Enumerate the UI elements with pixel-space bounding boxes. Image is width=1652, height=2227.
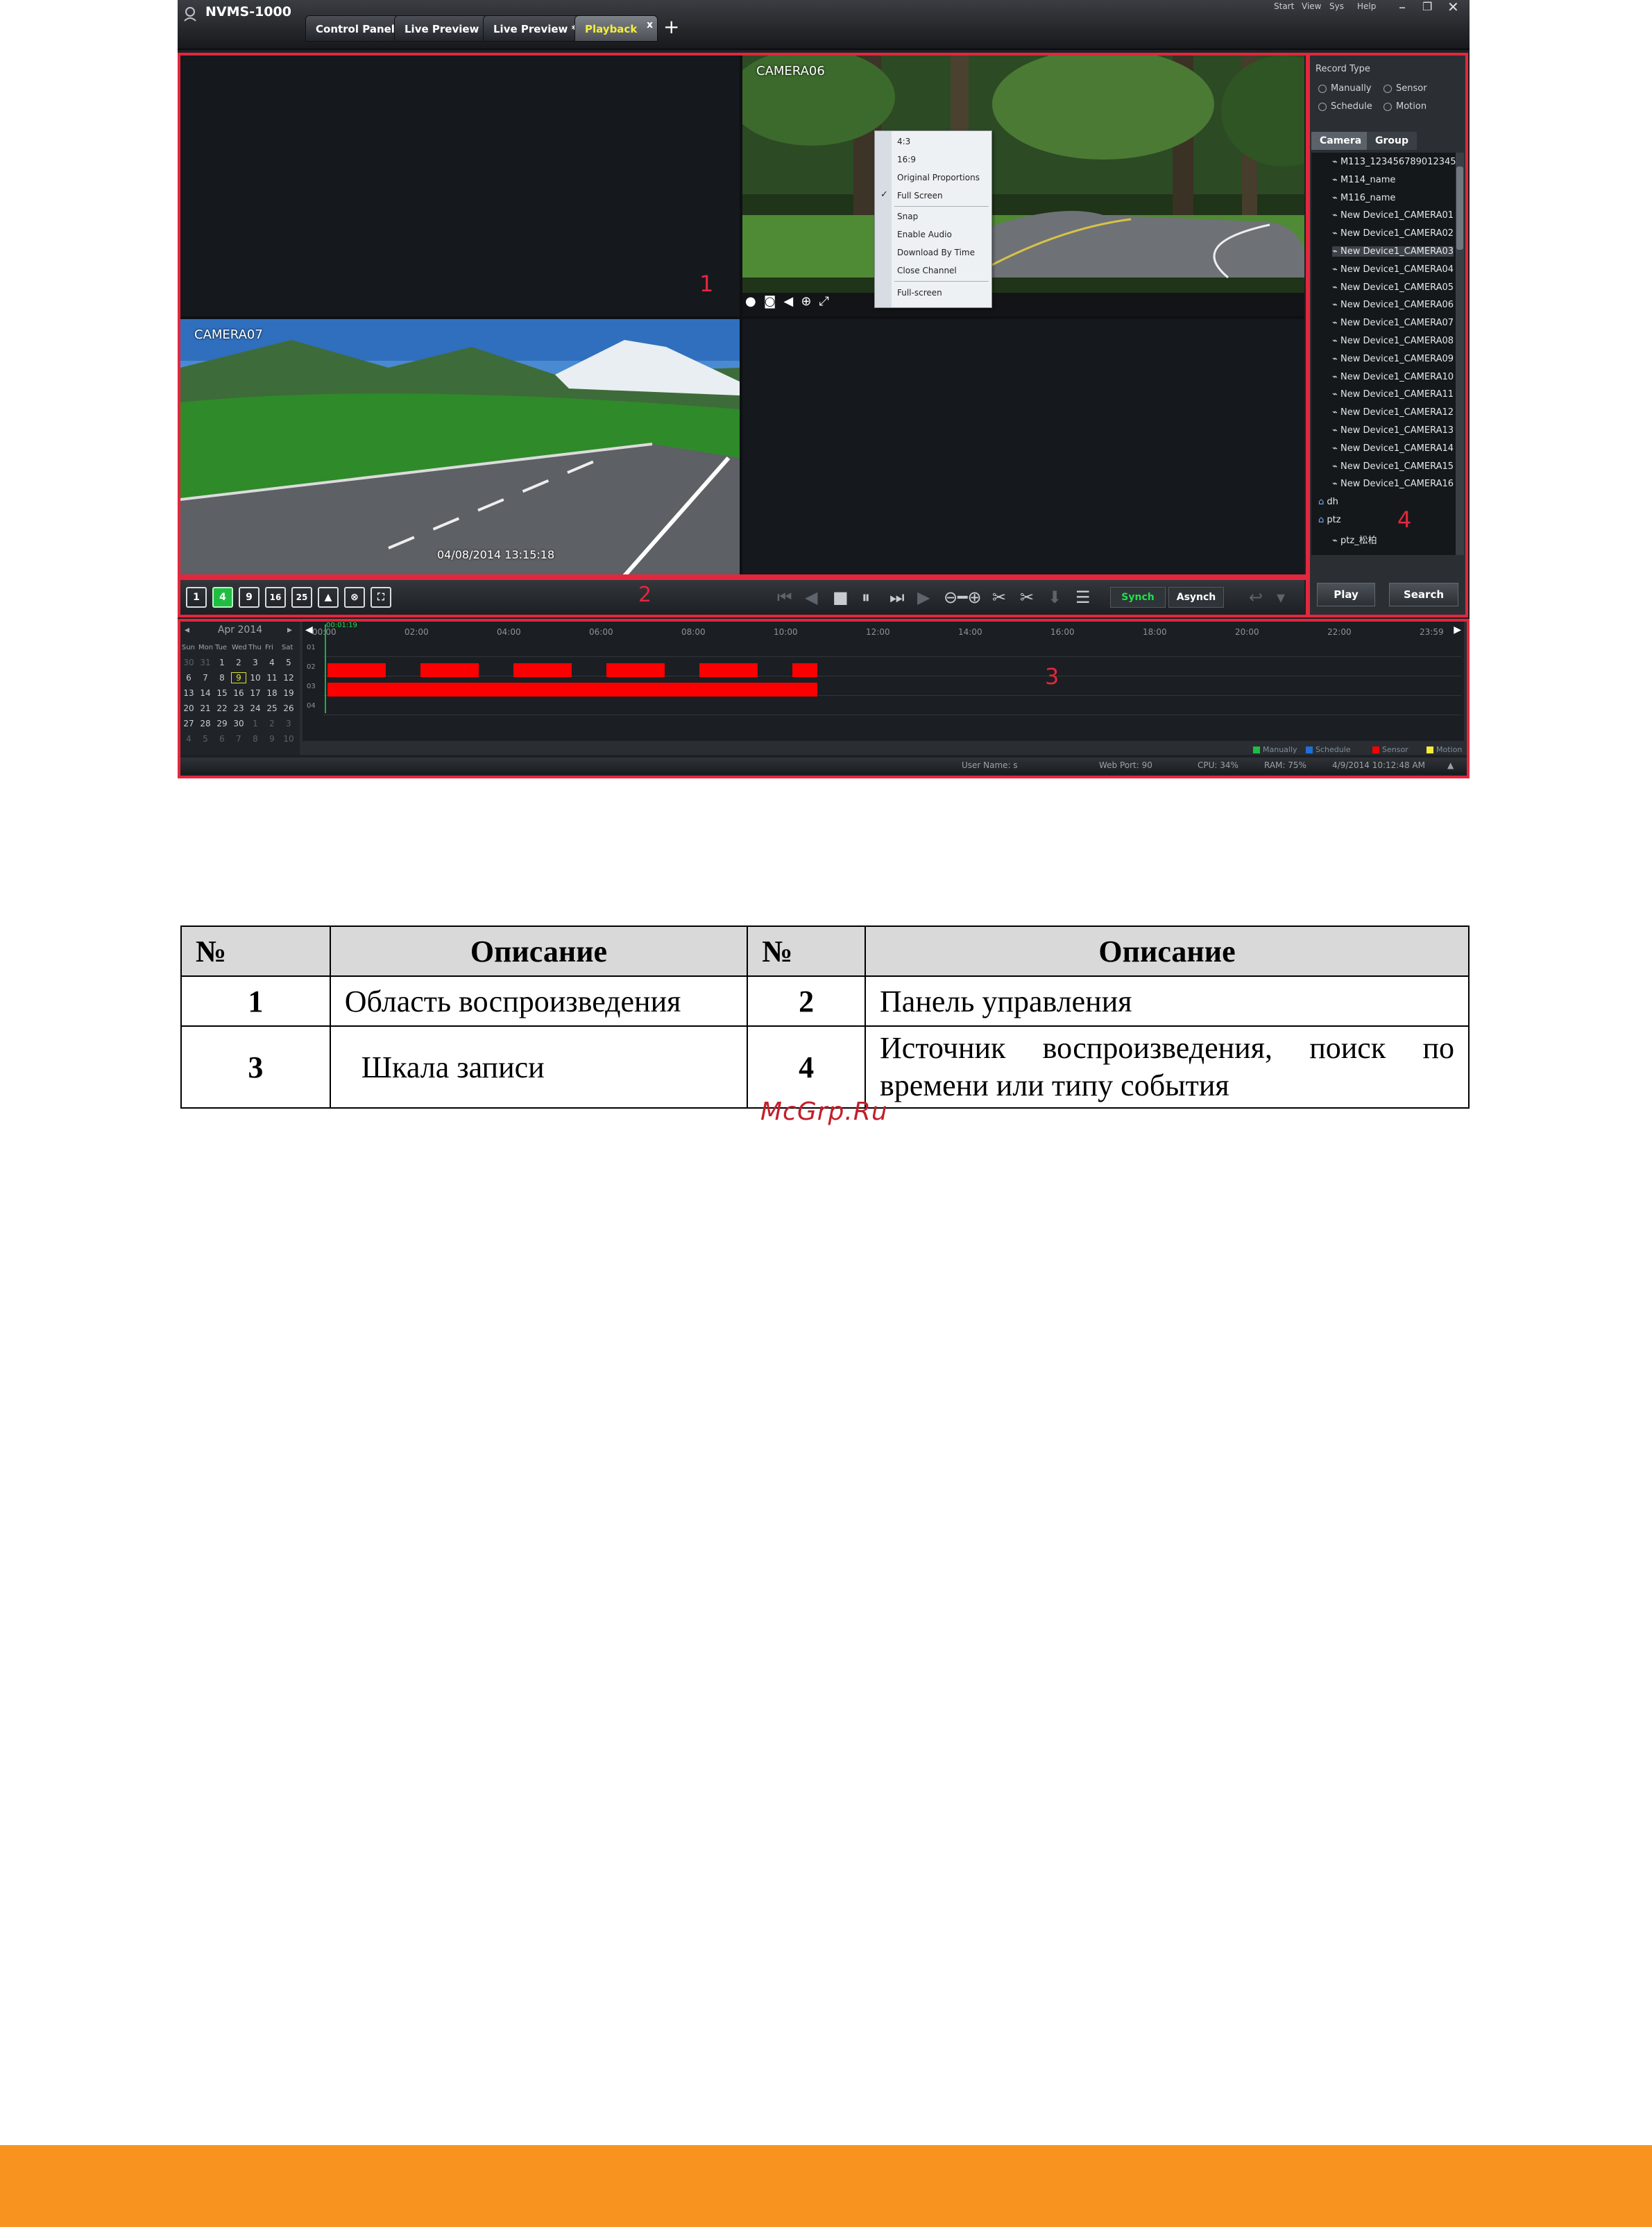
footer-band [0,2145,1652,2227]
annotation-box-1 [178,53,1309,577]
tab-control-panel[interactable]: Control Panel [305,15,405,42]
table-header-row: № Описание № Описание [180,925,1470,977]
minimize-icon[interactable]: – [1399,0,1406,15]
nvms-screenshot: NVMS-1000 Control Panel Live Preview * L… [178,0,1470,778]
cell-number: 1 [180,975,331,1027]
tab-label: Live Preview * [493,23,577,35]
table-row: 3 Шкала записи 4 Источник воспроизведени… [180,1025,1470,1109]
watermark: McGrp.Ru [760,1098,888,1126]
cell-description: Область воспроизведения [329,975,749,1027]
menu-view[interactable]: View [1302,1,1321,11]
tab-label: Playback [585,23,638,35]
close-icon[interactable]: x [647,12,653,38]
header-number: № [180,925,331,977]
app-title: NVMS-1000 [205,4,291,19]
add-tab-button[interactable]: + [663,17,679,37]
app-logo-icon [184,7,196,22]
restore-icon[interactable]: ❐ [1422,0,1432,13]
tab-label: Control Panel [316,23,395,35]
header-description: Описание [865,925,1470,977]
annotation-box-4 [1307,53,1468,617]
cell-description: Источник воспроизведения, поиск по време… [865,1025,1470,1109]
header-description: Описание [329,925,749,977]
header-number: № [747,925,867,977]
tab-playback[interactable]: Playback x [574,15,658,42]
cell-number: 3 [180,1025,331,1109]
legend-table: № Описание № Описание 1 Область воспроиз… [180,925,1470,1109]
menu-sys[interactable]: Sys [1329,1,1344,11]
tab-live-preview-2[interactable]: Live Preview * [483,15,588,42]
close-window-icon[interactable]: ✕ [1447,0,1459,15]
cell-description: Шкала записи [329,1025,749,1109]
cell-description: Панель управления [865,975,1470,1027]
annotation-box-2 [178,577,1309,617]
tab-label: Live Preview * [405,23,488,35]
cell-number: 2 [747,975,867,1027]
annotation-box-3 [178,619,1470,778]
table-row: 1 Область воспроизведения 2 Панель управ… [180,975,1470,1027]
menu-start[interactable]: Start [1274,1,1294,11]
cell-number: 4 [747,1025,867,1109]
menu-help[interactable]: Help [1357,1,1376,11]
title-bar: NVMS-1000 Control Panel Live Preview * L… [178,0,1470,50]
